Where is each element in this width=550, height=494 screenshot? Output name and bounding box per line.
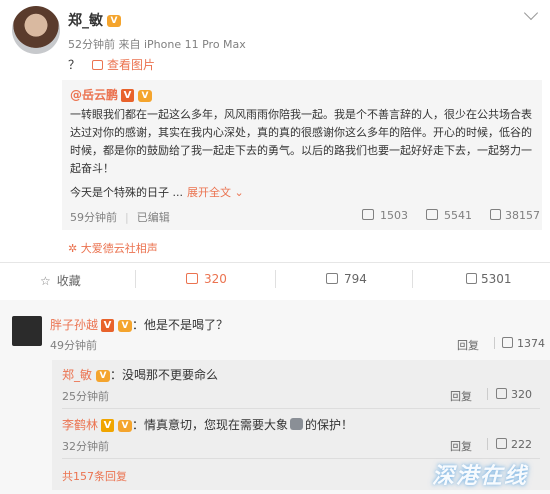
super-topic-icon: ✲ — [68, 242, 81, 255]
image-icon — [92, 60, 103, 70]
repost-icon — [186, 273, 198, 284]
commenter-avatar[interactable] — [12, 316, 42, 346]
like-icon — [466, 273, 477, 284]
expand-chevron-icon[interactable]: ⌄ — [231, 186, 243, 199]
reply-user[interactable]: 郑_敏 — [62, 368, 92, 382]
reply-time: 25分钟前 — [62, 390, 109, 403]
like-icon — [490, 209, 501, 220]
like-icon — [496, 388, 507, 399]
comment-button[interactable]: 794 — [326, 272, 367, 286]
repost-like-count[interactable]: 38157 — [490, 209, 540, 222]
post-text: ？ — [68, 58, 81, 72]
expand-link[interactable]: 展开全文 — [187, 186, 231, 199]
vip-icon: V — [118, 419, 133, 432]
divider — [62, 408, 540, 409]
reply-user[interactable]: 李鹤林 — [62, 418, 98, 432]
like-icon — [496, 438, 507, 449]
repost-comment-count[interactable]: 5541 — [426, 209, 472, 222]
divider — [412, 270, 413, 288]
comment-reply-button[interactable]: 回复 — [457, 337, 479, 353]
repost-button[interactable]: 320 — [186, 272, 227, 286]
divider — [494, 337, 495, 349]
reply-reply-button[interactable]: 回复 — [450, 388, 472, 404]
reply-like[interactable]: 320 — [496, 388, 532, 401]
repost-comments-value: 5541 — [444, 209, 472, 222]
divider — [487, 438, 488, 450]
star-icon: ☆ — [40, 274, 51, 288]
reply-like-count: 222 — [511, 438, 532, 451]
like-count: 5301 — [481, 272, 512, 286]
divider — [487, 388, 488, 400]
favorite-button[interactable]: ☆ 收藏 — [40, 272, 81, 289]
repost-time[interactable]: 59分钟前 — [70, 211, 117, 224]
divider — [275, 270, 276, 288]
post-author-name[interactable]: 郑_敏 — [68, 13, 103, 29]
divider: | — [125, 211, 129, 224]
repost-author[interactable]: @岳云鹏 V V — [70, 86, 153, 103]
post-meta: 52分钟前 来自 iPhone 11 Pro Max — [68, 38, 246, 51]
reply-text: ：情真意切，您现在需要大象 — [132, 418, 289, 432]
super-topic-link[interactable]: ✲ 大爱德云社相声 — [68, 240, 158, 256]
like-button[interactable]: 5301 — [466, 272, 512, 286]
repost-likes-value: 38157 — [505, 209, 540, 222]
vip-icon: V — [107, 15, 121, 27]
super-topic-label: 大爱德云社相声 — [80, 242, 158, 255]
watermark: 深港在线 — [431, 464, 528, 489]
reply-reply-button[interactable]: 回复 — [450, 438, 472, 454]
comment-icon — [326, 273, 338, 284]
verified-icon: V — [101, 319, 115, 332]
verified-icon: V — [101, 419, 115, 432]
repost-line2-text: 今天是个特殊的日子 ... — [70, 186, 183, 199]
reply-text: ：没喝那不更要命么 — [110, 368, 219, 382]
author-avatar[interactable] — [12, 6, 60, 54]
repost-author-name[interactable]: @岳云鹏 — [70, 88, 118, 102]
comment-line: 胖子孙越 V V ：他是不是喝了？ — [50, 316, 228, 333]
vip-icon: V — [118, 319, 133, 332]
comment-time: 49分钟前 — [50, 339, 97, 352]
view-image-label: 查看图片 — [107, 58, 156, 72]
repost-edited[interactable]: 已编辑 — [137, 211, 170, 224]
repost-icon — [362, 209, 374, 220]
more-replies-link[interactable]: 共157条回复 — [62, 468, 127, 484]
divider — [0, 262, 550, 263]
reply-like[interactable]: 222 — [496, 438, 532, 451]
like-icon — [502, 337, 513, 348]
divider — [135, 270, 136, 288]
post-author[interactable]: 郑_敏 V — [68, 10, 121, 30]
reply-text-tail: 的保护！ — [305, 418, 354, 432]
commenter-name[interactable]: 胖子孙越 — [50, 318, 98, 332]
elephant-emoji-icon — [290, 418, 304, 430]
repost-repost-count[interactable]: 1503 — [362, 209, 408, 222]
chevron-down-icon[interactable] — [523, 5, 539, 21]
reply-line: 李鹤林 V V ：情真意切，您现在需要大象 的保护！ — [62, 416, 353, 433]
repost-time-row: 59分钟前 | 已编辑 — [70, 209, 170, 225]
repost-reposts-value: 1503 — [380, 209, 408, 222]
comment-like[interactable]: 1374 — [502, 337, 545, 350]
comment-text: ：他是不是喝了？ — [132, 318, 229, 332]
repost-line2: 今天是个特殊的日子 ... 展开全文 ⌄ — [70, 184, 244, 200]
repost-body: 一转眼我们都在一起这么多年，风风雨雨你陪我一起。我是个不善言辞的人，很少在公共场… — [70, 108, 532, 175]
comment-icon — [426, 209, 438, 220]
favorite-label: 收藏 — [56, 274, 81, 288]
view-image-link[interactable]: 查看图片 — [92, 56, 155, 73]
reply-time: 32分钟前 — [62, 440, 109, 453]
comment-like-count: 1374 — [517, 337, 545, 350]
verified-icon: V — [121, 89, 135, 102]
comment-count: 794 — [344, 272, 367, 286]
repost-count: 320 — [204, 272, 227, 286]
vip-icon: V — [96, 369, 111, 382]
reply-line: 郑_敏 V ：没喝那不更要命么 — [62, 366, 218, 383]
vip-icon: V — [138, 89, 153, 102]
reply-like-count: 320 — [511, 388, 532, 401]
